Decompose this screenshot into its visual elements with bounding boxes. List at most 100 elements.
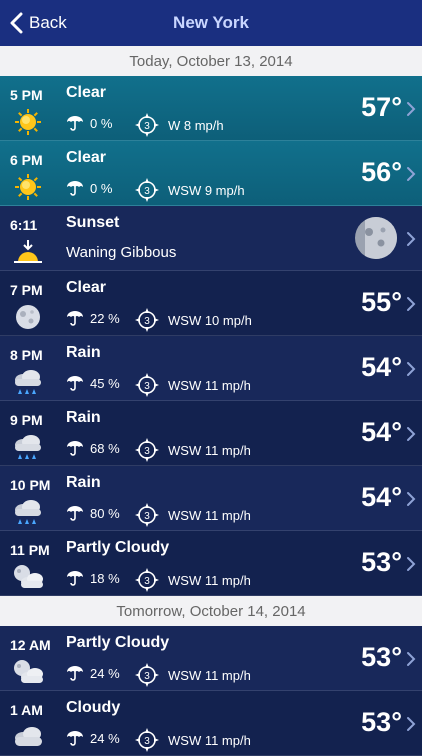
svg-text:3: 3: [144, 576, 150, 587]
cloud-icon: [11, 723, 45, 751]
chevron-right-icon: [407, 232, 416, 246]
precipitation-chance: 68 %: [66, 440, 120, 456]
condition-label: Sunset: [66, 214, 120, 231]
precip-value: 0 %: [90, 180, 113, 196]
hour-row[interactable]: 12 AM Partly Cloudy 24 % 3 WSW 11 mp/h 53°: [0, 626, 422, 691]
condition-label: Partly Cloudy: [66, 539, 170, 556]
hour-label: 10 PM: [10, 477, 51, 493]
precipitation-chance: 22 %: [66, 310, 120, 326]
page-title: New York: [173, 13, 249, 32]
hour-row[interactable]: 6 PM Clear 0 % 3 WSW 9 mp/h 56°: [0, 141, 422, 206]
chevron-right-icon: [407, 557, 416, 571]
wind-value: WSW 11 mp/h: [168, 377, 251, 393]
svg-text:3: 3: [144, 316, 150, 327]
wind-direction-icon: 3: [135, 438, 159, 462]
wind-value: WSW 11 mp/h: [168, 572, 251, 588]
svg-text:3: 3: [144, 736, 150, 747]
sunset-row[interactable]: 6:11 Sunset Waning Gibbous: [0, 206, 422, 271]
precip-value: 18 %: [90, 570, 120, 586]
precip-value: 45 %: [90, 375, 120, 391]
hour-row[interactable]: 10 PM Rain 80 % 3 WSW 11 mp/h 54°: [0, 466, 422, 531]
hour-label: 1 AM: [10, 702, 43, 718]
hour-row[interactable]: 8 PM Rain 45 % 3 WSW 11 mp/h 54°: [0, 336, 422, 401]
hour-row[interactable]: 7 PM Clear 22 % 3 WSW 10 mp/h 55°: [0, 271, 422, 336]
hour-label: 11 PM: [10, 542, 50, 558]
condition-label: Rain: [66, 409, 101, 426]
precip-value: 68 %: [90, 440, 120, 456]
umbrella-icon: [67, 506, 83, 521]
wind-direction-icon: 3: [135, 503, 159, 527]
svg-text:3: 3: [144, 671, 150, 682]
hour-row[interactable]: 1 AM Cloudy 24 % 3 WSW 11 mp/h 53°: [0, 691, 422, 756]
wind-direction-icon: 3: [135, 568, 159, 592]
umbrella-icon: [67, 376, 83, 391]
umbrella-icon: [67, 181, 83, 196]
precip-value: 0 %: [90, 115, 113, 131]
wind-direction-icon: 3: [135, 113, 159, 137]
hour-row[interactable]: 11 PM Partly Cloudy 18 % 3 WSW 11 mp/h 53°: [0, 531, 422, 596]
chevron-right-icon: [407, 102, 416, 116]
hour-label: 12 AM: [10, 637, 51, 653]
wind-value: W 8 mp/h: [168, 117, 224, 133]
wind-info: 3 WSW 10 mp/h: [134, 307, 252, 333]
hour-label: 6:11: [10, 217, 38, 233]
precipitation-chance: 18 %: [66, 570, 120, 586]
wind-direction-icon: 3: [135, 178, 159, 202]
wind-value: WSW 10 mp/h: [168, 312, 252, 328]
wind-info: 3 WSW 11 mp/h: [134, 502, 251, 528]
umbrella-icon: [67, 731, 83, 746]
chevron-right-icon: [407, 717, 416, 731]
section-date-header: Today, October 13, 2014: [0, 46, 422, 76]
precip-value: 80 %: [90, 505, 120, 521]
precip-value: 24 %: [90, 730, 120, 746]
precip-value: 24 %: [90, 665, 120, 681]
temperature: 53°: [361, 642, 402, 672]
condition-label: Partly Cloudy: [66, 634, 170, 651]
precipitation-chance: 24 %: [66, 665, 120, 681]
hour-label: 9 PM: [10, 412, 43, 428]
wind-info: 3 WSW 11 mp/h: [134, 662, 251, 688]
umbrella-icon: [67, 666, 83, 681]
temperature: 57°: [361, 92, 402, 122]
nav-bar: Back New York: [0, 0, 422, 47]
umbrella-icon: [67, 441, 83, 456]
condition-label: Clear: [66, 84, 107, 101]
rain-cloud-icon: [11, 498, 45, 526]
chevron-right-icon: [407, 427, 416, 441]
svg-text:3: 3: [144, 446, 150, 457]
hour-label: 5 PM: [10, 87, 43, 103]
moon-icon: [11, 303, 45, 331]
hour-row[interactable]: 5 PM Clear 0 % 3 W 8 mp/h 57°: [0, 76, 422, 141]
wind-info: 3 W 8 mp/h: [134, 112, 224, 138]
wind-info: 3 WSW 11 mp/h: [134, 437, 251, 463]
partly-cloudy-night-icon: [11, 658, 45, 686]
precipitation-chance: 45 %: [66, 375, 120, 391]
precipitation-chance: 0 %: [66, 180, 112, 196]
precipitation-chance: 80 %: [66, 505, 120, 521]
precipitation-chance: 0 %: [66, 115, 112, 131]
umbrella-icon: [67, 116, 83, 131]
precipitation-chance: 24 %: [66, 730, 120, 746]
sun-icon: [11, 108, 45, 136]
partly-cloudy-night-icon: [11, 563, 45, 591]
wind-value: WSW 9 mp/h: [168, 182, 245, 198]
umbrella-icon: [67, 311, 83, 326]
temperature: 54°: [361, 482, 402, 512]
chevron-right-icon: [407, 297, 416, 311]
wind-info: 3 WSW 11 mp/h: [134, 567, 251, 593]
sun-icon: [11, 173, 45, 201]
wind-info: 3 WSW 11 mp/h: [134, 372, 251, 398]
hour-row[interactable]: 9 PM Rain 68 % 3 WSW 11 mp/h 54°: [0, 401, 422, 466]
chevron-right-icon: [407, 167, 416, 181]
svg-text:3: 3: [144, 381, 150, 392]
chevron-right-icon: [407, 652, 416, 666]
hour-label: 7 PM: [10, 282, 43, 298]
rain-cloud-icon: [11, 433, 45, 461]
wind-direction-icon: 3: [135, 728, 159, 752]
condition-label: Cloudy: [66, 699, 121, 716]
wind-value: WSW 11 mp/h: [168, 667, 251, 683]
svg-text:3: 3: [144, 186, 150, 197]
section-date-header: Tomorrow, October 14, 2014: [0, 596, 422, 626]
svg-text:3: 3: [144, 511, 150, 522]
temperature: 53°: [361, 707, 402, 737]
